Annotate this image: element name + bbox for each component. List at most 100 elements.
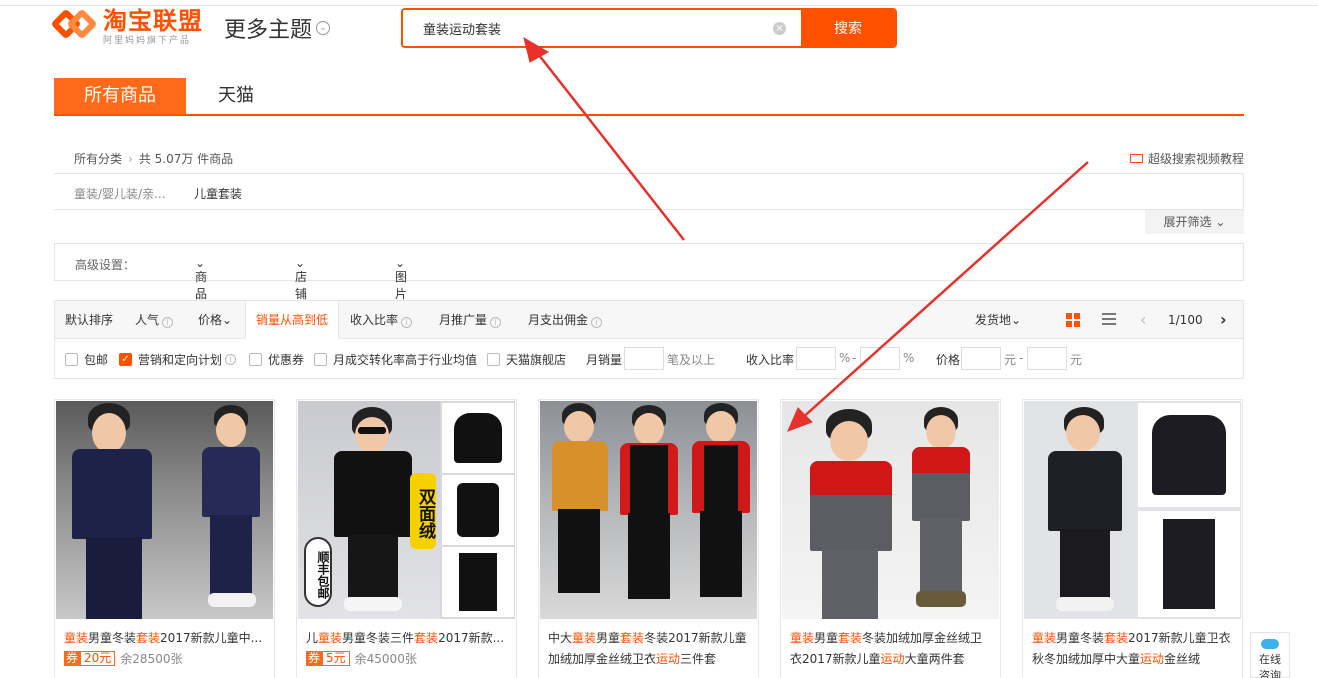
price-min-input[interactable]	[961, 347, 1001, 370]
tab-tmall[interactable]: 天猫	[186, 78, 286, 114]
marketing-plan-checkbox[interactable]: ✓ 营销和定向计划 i	[119, 351, 237, 368]
chat-label-line1: 在线	[1259, 653, 1281, 666]
list-view-icon[interactable]	[1102, 313, 1116, 327]
title-highlight: 套装	[136, 631, 161, 645]
next-page-icon[interactable]: ›	[1220, 301, 1227, 339]
info-icon: i	[490, 317, 502, 328]
sort-monthly-commission[interactable]: 月支出佣金 i	[528, 301, 603, 339]
title-highlight: 童装	[318, 631, 343, 645]
sales-suffix: 笔及以上	[667, 353, 716, 367]
product-card[interactable]: 童装男童冬装套装2017新款儿童中... 券 20元 余28500张	[54, 399, 275, 678]
title-highlight: 套装	[414, 631, 439, 645]
checkbox-icon	[249, 353, 262, 366]
percent-unit: %	[903, 351, 915, 365]
sort-monthly-promotion[interactable]: 月推广量 i	[439, 301, 502, 339]
title-highlight: 套装	[620, 631, 645, 645]
product-card[interactable]: 中大童装男童套装冬装2017新款儿童加绒加厚金丝绒卫衣运动三件套	[538, 399, 759, 678]
result-count: 共 5.07万 件商品	[138, 152, 234, 166]
sort-popularity[interactable]: 人气 i	[135, 301, 174, 339]
price-max-input[interactable]	[1027, 347, 1067, 370]
sort-sales-desc[interactable]: 销量从高到低	[245, 301, 340, 339]
coupon-info: 券 5元 余45000张	[306, 650, 417, 667]
product-requirements-dropdown[interactable]: 商品要求⌄	[195, 256, 207, 335]
checkbox-icon	[314, 353, 327, 366]
category-child[interactable]: 儿童套装	[194, 185, 242, 202]
coupon-checkbox[interactable]: 优惠券	[249, 351, 304, 368]
video-tutorial-link[interactable]: 超级搜索视频教程	[1129, 150, 1244, 167]
video-tutorial-label: 超级搜索视频教程	[1147, 152, 1244, 166]
percent-unit: %	[839, 351, 851, 365]
page-indicator: 1/100	[1168, 313, 1203, 327]
product-title[interactable]: 童装男童冬装套装2017新款儿童卫衣秋冬加绒加厚中大童运动金丝绒	[1032, 628, 1232, 670]
product-image[interactable]	[1024, 401, 1241, 619]
monthly-sales-input[interactable]	[624, 347, 664, 370]
sort-row: 默认排序 人气 i 价格⌄ 销量从高到低 收入比率 i 月推广量 i 月支出佣金 i 发…	[55, 301, 1243, 339]
product-image[interactable]	[540, 401, 757, 619]
title-highlight: 童装	[790, 631, 815, 645]
expand-filter-button[interactable]: 展开筛选 ⌄	[1145, 210, 1244, 234]
advanced-settings: 高级设置： 商品要求⌄ 店铺要求⌄ 图片要求⌄	[54, 243, 1244, 335]
prev-page-icon[interactable]: ‹	[1140, 301, 1146, 339]
title-text: 三件套	[680, 652, 717, 666]
logo-title: 淘宝联盟	[103, 7, 203, 35]
conversion-checkbox[interactable]: 月成交转化率高于行业均值	[314, 351, 477, 368]
sort-default[interactable]: 默认排序	[65, 301, 113, 339]
clear-icon[interactable]: ×	[773, 22, 786, 35]
title-text: 儿	[306, 631, 319, 645]
grid-view-icon[interactable]	[1066, 313, 1080, 327]
sort-price[interactable]: 价格⌄	[198, 301, 232, 339]
tmall-flagship-checkbox[interactable]: 天猫旗舰店	[487, 351, 566, 368]
coupon-tag: 券	[64, 651, 81, 666]
video-icon	[1129, 154, 1143, 163]
product-card[interactable]: 童装男童套装冬装加绒加厚金丝绒卫衣2017新款儿童运动大童两件套	[780, 399, 1001, 678]
title-text: 2017新款...	[438, 631, 505, 645]
shop-requirements-dropdown[interactable]: 店铺要求⌄	[295, 256, 307, 335]
title-text: 男童	[596, 631, 621, 645]
range-dash: -	[1019, 351, 1024, 365]
title-highlight: 运动	[656, 652, 681, 666]
image-requirements-dropdown[interactable]: 图片要求⌄	[395, 256, 407, 335]
tab-bar: 所有商品 天猫	[54, 78, 1244, 116]
theme-dropdown[interactable]: 更多主题 ⌄	[224, 12, 331, 44]
search-button[interactable]: 搜索	[801, 10, 895, 46]
tab-all-products[interactable]: 所有商品	[54, 78, 186, 114]
chevron-down-icon: ⌄	[316, 21, 331, 35]
expand-filter-label: 展开筛选	[1163, 215, 1212, 229]
product-title[interactable]: 童装男童套装冬装加绒加厚金丝绒卫衣2017新款儿童运动大童两件套	[790, 628, 990, 670]
product-title[interactable]: 儿童装男童冬装三件套装2017新款...	[306, 628, 506, 649]
breadcrumb-root[interactable]: 所有分类	[74, 152, 122, 166]
product-card[interactable]: 童装男童冬装套装2017新款儿童卫衣秋冬加绒加厚中大童运动金丝绒	[1022, 399, 1243, 678]
ship-from-dropdown[interactable]: 发货地⌄	[975, 301, 1021, 339]
title-highlight: 运动	[880, 652, 905, 666]
free-shipping-checkbox[interactable]: 包邮	[65, 351, 108, 368]
category-parent[interactable]: 童装/婴儿装/亲...	[74, 185, 166, 202]
title-highlight: 套装	[1104, 631, 1129, 645]
sort-income-ratio[interactable]: 收入比率 i	[350, 301, 413, 339]
search-input[interactable]	[403, 10, 801, 46]
search-bar: × 搜索	[401, 8, 897, 48]
product-title[interactable]: 中大童装男童套装冬装2017新款儿童加绒加厚金丝绒卫衣运动三件套	[548, 628, 748, 670]
title-text: 金丝绒	[1164, 652, 1201, 666]
title-highlight: 童装	[64, 631, 89, 645]
income-ratio-max-input[interactable]	[860, 347, 900, 370]
advanced-label: 高级设置：	[75, 258, 136, 272]
income-ratio-min-input[interactable]	[796, 347, 836, 370]
product-image[interactable]	[782, 401, 999, 619]
checkbox-icon	[65, 353, 78, 366]
product-card[interactable]: 双面绒 顺丰包邮 儿童装男童冬装三件套装2017新款... 券 5元 余45000张	[296, 399, 517, 678]
title-text: 男童冬装三件	[342, 631, 415, 645]
top-border	[0, 0, 1318, 6]
online-consult-button[interactable]: 在线 咨询	[1250, 632, 1290, 678]
title-text: 大童两件套	[904, 652, 965, 666]
title-text: 男童冬装	[1056, 631, 1105, 645]
image-badge: 顺丰包邮	[304, 537, 332, 607]
product-image[interactable]	[56, 401, 273, 619]
title-highlight: 运动	[1140, 652, 1165, 666]
title-highlight: 童装	[1032, 631, 1057, 645]
info-icon: i	[225, 354, 237, 365]
product-image[interactable]: 双面绒 顺丰包邮	[298, 401, 515, 619]
product-title[interactable]: 童装男童冬装套装2017新款儿童中...	[64, 628, 264, 649]
info-icon: i	[162, 317, 174, 328]
coupon-remaining: 余28500张	[120, 652, 183, 666]
logo[interactable]: 淘宝联盟 阿里妈妈旗下产品	[50, 7, 203, 47]
